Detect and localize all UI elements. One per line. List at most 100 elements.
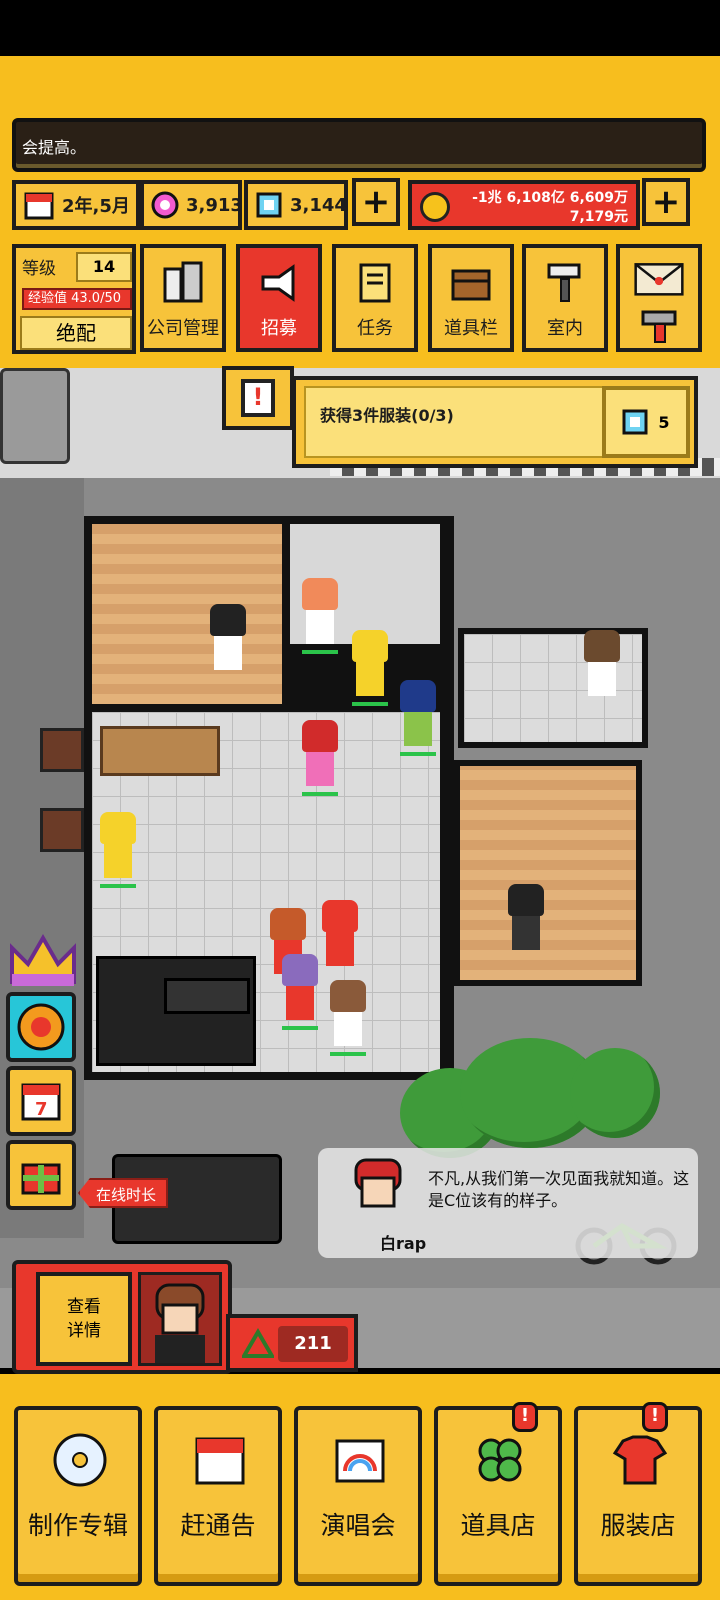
- news-ticker: 会提高。: [12, 118, 706, 172]
- dialogue-box[interactable]: 白rap 不凡,从我们第一次见面我就知道。这是C位该有的样子。: [318, 1148, 698, 1258]
- diamond-icon: [622, 409, 648, 435]
- envelope-icon: [634, 258, 684, 304]
- make-album-button[interactable]: 制作专辑: [14, 1406, 142, 1586]
- character[interactable]: [302, 720, 338, 796]
- tasks-button[interactable]: 任务: [332, 244, 418, 352]
- date-display: 2年,5月: [12, 180, 140, 230]
- gift-button[interactable]: [6, 1140, 76, 1210]
- level-panel[interactable]: 等级 14 经验值 43.0/50 绝配: [12, 244, 136, 354]
- character[interactable]: [508, 884, 544, 954]
- tree: [570, 1048, 660, 1138]
- clothing-shop-button[interactable]: 服装店 !: [574, 1402, 702, 1586]
- fan-counter: 211: [226, 1314, 358, 1372]
- pink-gem-value: 3,913: [186, 194, 243, 216]
- cd-icon: [50, 1430, 110, 1490]
- plus-icon: +: [361, 182, 391, 222]
- money-line1: -1兆 6,108亿 6,609万: [472, 190, 628, 206]
- window: [40, 728, 84, 772]
- daily-calendar-button[interactable]: 7: [6, 1066, 76, 1136]
- paint-roller-icon: [540, 258, 590, 308]
- fan-count: 211: [278, 1326, 348, 1362]
- buy-money-button[interactable]: +: [642, 178, 690, 226]
- mail-button[interactable]: [616, 244, 702, 352]
- watermelon-icon: [242, 1328, 274, 1358]
- scroll-icon: [350, 258, 400, 308]
- pink-gem-counter: 3,913: [140, 180, 243, 230]
- notification-badge: !: [642, 1402, 668, 1432]
- svg-text:7: 7: [35, 1099, 48, 1120]
- interior-button[interactable]: 室内: [522, 244, 608, 352]
- diamond-icon: [254, 188, 284, 222]
- exp-bar: 经验值 43.0/50: [22, 288, 132, 310]
- dialogue-text: 不凡,从我们第一次见面我就知道。这是C位该有的样子。: [428, 1169, 690, 1210]
- menu-label: 公司管理: [147, 318, 219, 339]
- concert-button[interactable]: 演唱会: [294, 1406, 422, 1586]
- level-value: 14: [76, 252, 132, 282]
- quest-reward: 5: [602, 386, 690, 458]
- character[interactable]: [302, 578, 338, 654]
- company-management-button[interactable]: 公司管理: [140, 244, 226, 352]
- character[interactable]: [330, 980, 366, 1056]
- menu-label: 招募: [261, 318, 297, 339]
- parked-car: [0, 368, 70, 464]
- featured-artist-panel: 查看 详情: [12, 1260, 232, 1374]
- character[interactable]: [210, 604, 246, 674]
- coin-icon: [420, 192, 450, 222]
- crown-icon[interactable]: [6, 932, 80, 992]
- nav-label: 服装店: [600, 1511, 676, 1540]
- diamond-value: 3,144: [290, 194, 347, 216]
- character[interactable]: [322, 900, 358, 970]
- office-building: [84, 516, 454, 1080]
- rainbow-icon: [330, 1430, 390, 1490]
- clover-icon: [470, 1430, 530, 1490]
- speaker-name: 白rap: [380, 1234, 427, 1253]
- exclamation-icon: !: [241, 379, 275, 417]
- nav-label: 制作专辑: [27, 1511, 128, 1540]
- date-value: 2年,5月: [62, 196, 130, 217]
- money-counter: -1兆 6,108亿 6,609万 7,179元: [408, 180, 640, 230]
- character[interactable]: [400, 680, 436, 756]
- shirt-icon: [610, 1430, 670, 1490]
- speaker-portrait: [348, 1156, 408, 1212]
- calendar-icon: [22, 188, 56, 222]
- character[interactable]: [352, 630, 388, 706]
- character[interactable]: [100, 812, 136, 888]
- level-label: 等级: [22, 259, 56, 279]
- quest-text-box: 获得3件服装(0/3): [304, 386, 604, 458]
- recruit-button[interactable]: 招募: [236, 244, 322, 352]
- menu-label: 道具栏: [444, 318, 498, 339]
- hammer-icon: [637, 308, 681, 348]
- view-details-label: 查看 详情: [67, 1297, 101, 1341]
- quest-text: 获得3件服装(0/3): [320, 406, 454, 425]
- window: [40, 808, 84, 852]
- quest-alert-button[interactable]: !: [222, 366, 294, 430]
- tv-stand: [164, 978, 250, 1014]
- menu-label: 室内: [547, 318, 583, 339]
- notification-badge: !: [512, 1402, 538, 1432]
- schedule-button[interactable]: 赶通告: [154, 1406, 282, 1586]
- character[interactable]: [584, 630, 620, 700]
- room-lounge: [92, 524, 282, 704]
- money-line2: 7,179元: [569, 209, 628, 225]
- ticker-text: 会提高。: [22, 138, 87, 157]
- artist-portrait[interactable]: [138, 1272, 222, 1366]
- fire-event-button[interactable]: [6, 992, 76, 1062]
- online-time-tag[interactable]: 在线时长: [78, 1178, 169, 1208]
- view-details-button[interactable]: 查看 详情: [36, 1272, 132, 1366]
- inventory-button[interactable]: 道具栏: [428, 244, 514, 352]
- diamond-counter: 3,144: [244, 180, 348, 230]
- megaphone-icon: [254, 258, 304, 308]
- status-bar: [0, 0, 720, 56]
- calendar-icon: [190, 1430, 250, 1490]
- nav-label: 赶通告: [180, 1511, 256, 1540]
- building-icon: [158, 258, 208, 308]
- gift-icon: [21, 1163, 61, 1195]
- buy-diamonds-button[interactable]: +: [352, 178, 400, 226]
- nav-label: 演唱会: [320, 1511, 396, 1540]
- quest-banner[interactable]: 获得3件服装(0/3) 5: [292, 376, 698, 468]
- character[interactable]: [282, 954, 318, 1030]
- item-shop-button[interactable]: 道具店 !: [434, 1402, 562, 1586]
- trophy-shelf: [100, 726, 220, 776]
- quest-reward-amount: 5: [658, 412, 670, 432]
- pink-gem-icon: [150, 188, 180, 222]
